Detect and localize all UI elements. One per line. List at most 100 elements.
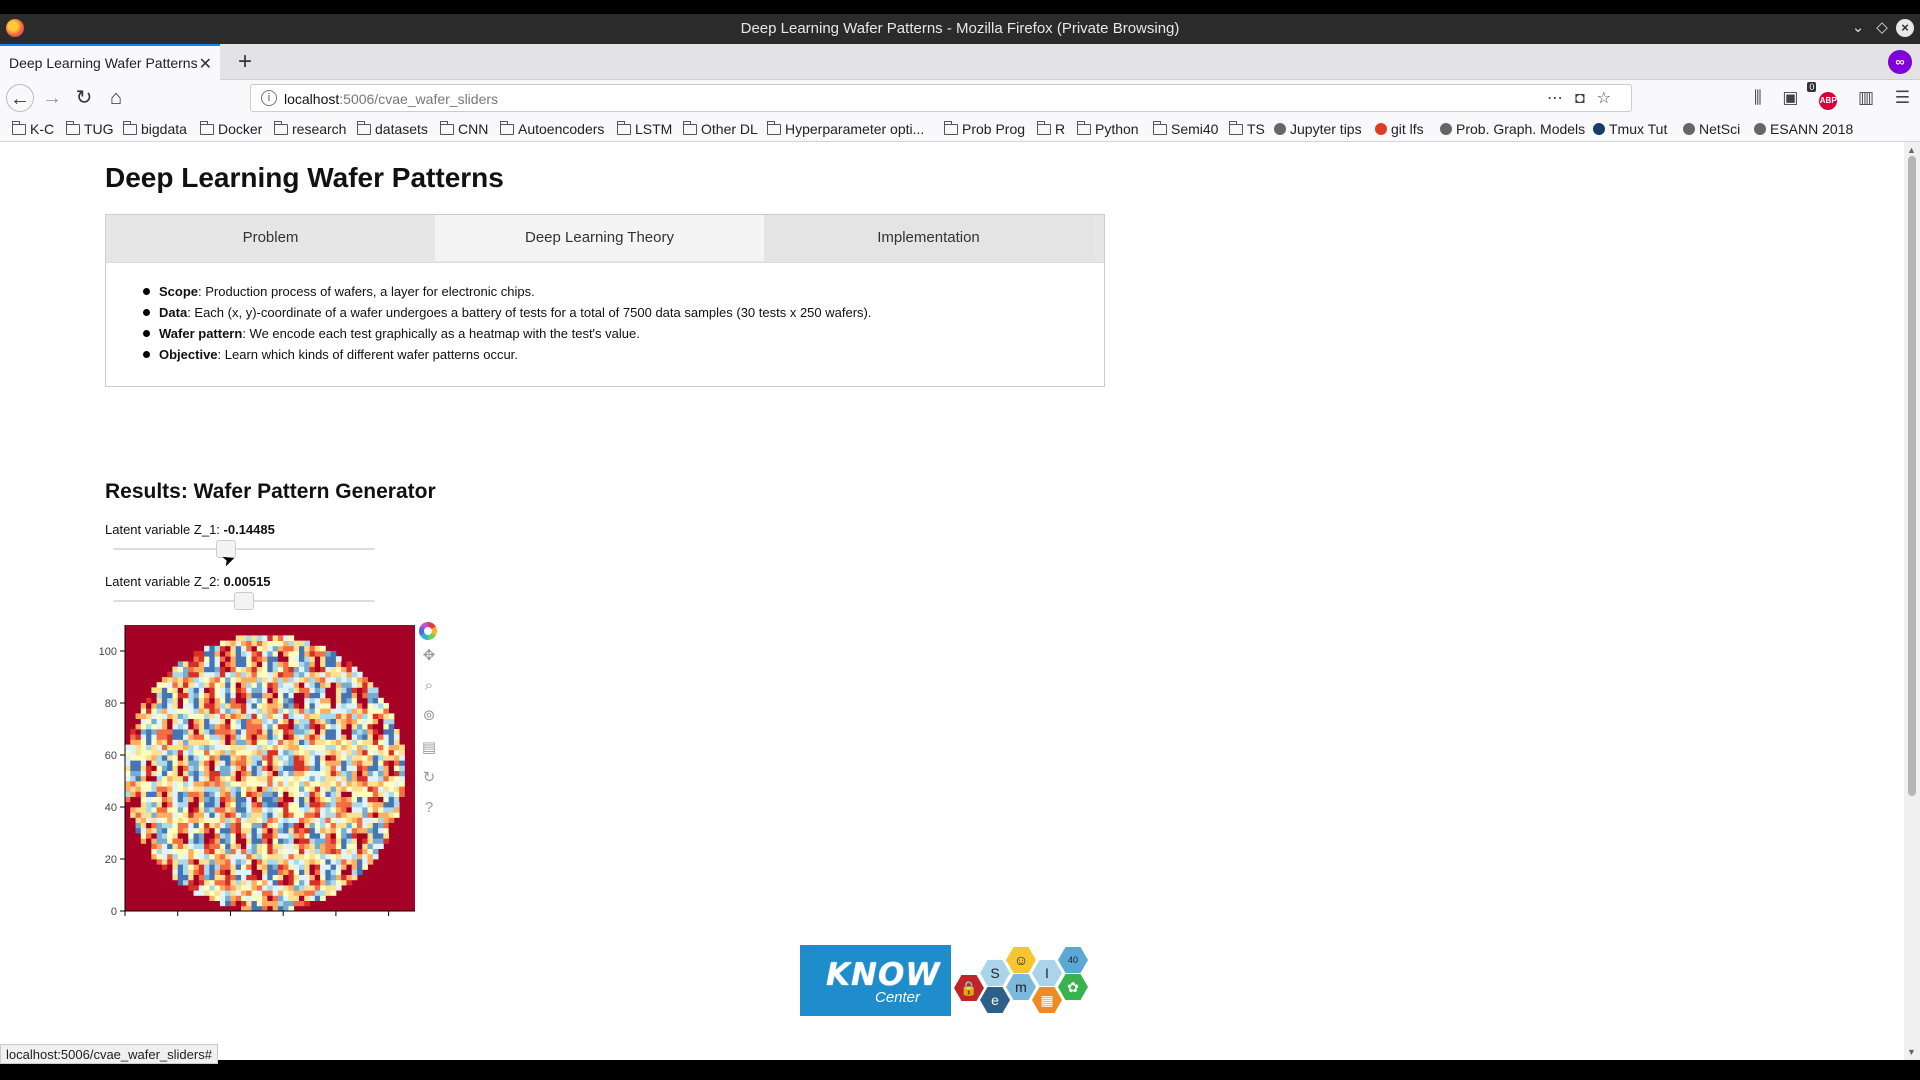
heatmap-cell	[325, 734, 332, 740]
heatmap-cell	[140, 713, 147, 719]
heatmap-cell	[193, 853, 200, 860]
tab-implementation[interactable]: Implementation	[764, 215, 1093, 261]
heatmap-cell	[320, 734, 326, 740]
wheel-zoom-icon[interactable]: ⊚	[419, 706, 439, 726]
heatmap-cell	[135, 817, 142, 823]
heatmap-cell	[251, 651, 258, 657]
bookmark-link[interactable]: Prob. Graph. Models	[1440, 121, 1585, 137]
scroll-down-icon[interactable]: ▼	[1907, 1047, 1916, 1057]
heatmap-cell	[388, 765, 395, 771]
heatmap-cell	[209, 843, 216, 849]
page-scrollbar[interactable]: ▲ ▼	[1904, 142, 1920, 1060]
bookmark-star-icon[interactable]: ☆	[1597, 90, 1623, 107]
heatmap-cell	[314, 879, 321, 886]
bookmark-folder[interactable]: LSTM	[616, 121, 672, 137]
menu-icon[interactable]: ☰	[1895, 88, 1910, 108]
heatmap-cell	[256, 864, 263, 870]
heatmap-cell	[314, 666, 321, 673]
heatmap-cell	[351, 827, 358, 834]
bookmark-folder[interactable]: Prob Prog	[943, 121, 1025, 137]
scrollbar-thumb[interactable]	[1908, 156, 1916, 796]
bookmark-link[interactable]: Tmux Tut	[1593, 121, 1667, 137]
browser-tab[interactable]: Deep Learning Wafer Patterns ✕	[0, 44, 220, 80]
heatmap-cell	[378, 770, 384, 777]
help-icon[interactable]: ?	[419, 798, 439, 818]
bookmark-link[interactable]: Jupyter tips	[1274, 121, 1362, 137]
page-actions-icon[interactable]: ⋯	[1547, 90, 1575, 107]
bookmark-folder[interactable]: R	[1036, 121, 1065, 137]
bookmark-folder[interactable]: TS	[1228, 121, 1265, 137]
bookmark-folder[interactable]: Autoencoders	[499, 121, 604, 137]
bookmark-folder[interactable]: research	[273, 121, 346, 137]
wafer-heatmap-plot[interactable]: 020406080100020406080100	[80, 617, 460, 917]
bookmark-folder[interactable]: datasets	[356, 121, 428, 137]
back-icon[interactable]: ←	[6, 84, 34, 112]
heatmap-cell	[156, 838, 163, 844]
heatmap-cell	[272, 775, 279, 782]
heatmap-cell	[167, 718, 173, 725]
tab-close-icon[interactable]: ✕	[199, 54, 212, 74]
reload-icon[interactable]: ↻	[70, 84, 98, 112]
heatmap-cell	[262, 651, 268, 657]
forward-icon[interactable]: →	[38, 84, 66, 112]
heatmap-cell	[161, 749, 168, 756]
heatmap-cell	[346, 838, 353, 844]
url-text[interactable]: localhost:5006/cvae_wafer_sliders	[284, 91, 498, 107]
heatmap-cell	[146, 744, 152, 751]
heatmap-cell	[225, 801, 231, 808]
bookmark-folder[interactable]: Semi40	[1152, 121, 1218, 137]
heatmap-cell	[299, 682, 305, 688]
heatmap-cell	[388, 796, 395, 803]
heatmap-cell	[241, 770, 247, 777]
new-tab-icon[interactable]: +	[232, 48, 258, 76]
heatmap-cell	[241, 874, 247, 881]
scroll-up-icon[interactable]: ▲	[1907, 145, 1916, 155]
slider-z1-track[interactable]	[113, 548, 375, 550]
minimize-icon[interactable]: ⌄	[1848, 18, 1868, 36]
pan-tool-icon[interactable]: ✥	[419, 646, 439, 666]
heatmap-cell	[230, 791, 237, 797]
heatmap-cell	[262, 744, 268, 751]
heatmap-cell	[277, 869, 284, 875]
bokeh-logo-icon[interactable]	[419, 622, 437, 640]
library-icon[interactable]: ⫼	[1754, 88, 1762, 108]
sidebar-icon[interactable]: ▥	[1858, 88, 1874, 108]
bookmark-folder[interactable]: Docker	[199, 121, 262, 137]
heatmap-cell	[277, 827, 284, 834]
bookmark-folder[interactable]: Hyperparameter opti...	[766, 121, 924, 137]
heatmap-cell	[378, 775, 384, 782]
heatmap-cell	[314, 682, 321, 688]
bookmark-link[interactable]: NetSci	[1683, 121, 1740, 137]
window-close-icon[interactable]: ×	[1896, 19, 1914, 37]
heatmap-cell	[146, 760, 152, 766]
extension-badge-icon[interactable]: ▣ 0	[1782, 82, 1817, 108]
bookmark-link[interactable]: ESANN 2018	[1754, 121, 1853, 137]
heatmap-cell	[172, 781, 179, 787]
tab-problem[interactable]: Problem	[106, 215, 435, 261]
slider-z2-handle[interactable]	[234, 592, 254, 610]
pocket-icon[interactable]: ◘	[1575, 90, 1597, 107]
heatmap-cell	[367, 713, 374, 719]
heatmap-cell	[320, 807, 326, 813]
bookmark-folder[interactable]: bigdata	[122, 121, 187, 137]
adblock-icon[interactable]: ABP	[1819, 92, 1838, 110]
heatmap-cell	[362, 796, 368, 803]
heatmap-cell	[198, 864, 205, 870]
heatmap-cell	[267, 723, 274, 730]
bookmark-folder[interactable]: Python	[1076, 121, 1139, 137]
bookmark-link[interactable]: git lfs	[1375, 121, 1424, 137]
site-info-icon[interactable]: i	[261, 90, 277, 106]
maximize-icon[interactable]: ◇	[1872, 18, 1892, 36]
home-icon[interactable]: ⌂	[102, 84, 130, 112]
box-zoom-icon[interactable]: ⌕	[419, 676, 439, 696]
url-bar[interactable]: i localhost:5006/cvae_wafer_sliders ⋯◘☆	[250, 84, 1632, 112]
heatmap-cell	[346, 879, 353, 886]
save-icon[interactable]: ▤	[419, 738, 439, 758]
bookmark-folder[interactable]: CNN	[439, 121, 488, 137]
bookmark-folder[interactable]: Other DL	[682, 121, 758, 137]
bookmark-folder[interactable]: TUG	[65, 121, 114, 137]
reset-icon[interactable]: ↻	[419, 768, 439, 788]
globe-icon	[1440, 123, 1452, 135]
bookmark-folder[interactable]: K-C	[11, 121, 54, 137]
tab-deep-learning-theory[interactable]: Deep Learning Theory	[435, 215, 764, 261]
